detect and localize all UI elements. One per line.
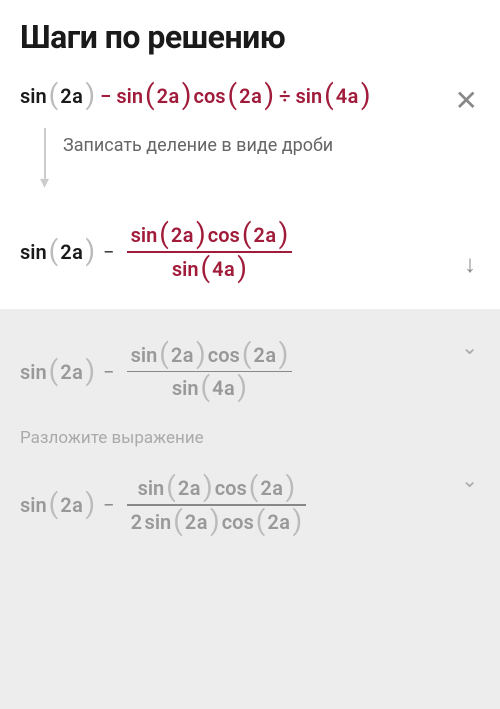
fn-sin-hl: sin [295,84,322,108]
paren: ( [49,237,59,265]
transform-arrow-block: ▾ Записать деление в виде дроби [0,110,500,211]
paren: ) [293,507,303,535]
paren: ( [49,81,59,109]
explain-text: Записать деление в виде дроби [63,130,333,157]
paren: ) [203,473,213,501]
paren: ) [237,373,247,401]
fn-sin: sin [20,84,47,108]
paren: ( [145,81,155,109]
fn-sin: sin [20,360,47,384]
expression-dim: sin ( 2a ) − sin ( 2a ) cos ( 2a ) sin [20,339,480,405]
arg: 4a [212,257,235,281]
fn-sin-hl: sin [172,257,199,281]
paren: ) [361,81,371,109]
chevron-down-icon[interactable]: ⌄ [461,335,478,359]
paren: ) [85,490,95,518]
paren: ( [228,81,238,109]
fraction: sin ( 2a ) cos ( 2a ) sin ( 4a ) [127,339,293,405]
paren: ( [173,507,183,535]
arrow-down-icon: ▾ [40,128,49,189]
expression-fraction: sin ( 2a ) − sin ( 2a ) cos ( 2a ) sin (… [20,219,296,285]
paren: ( [49,490,59,518]
arg: 2a [157,84,180,108]
fn-sin: sin [138,476,165,500]
paren: ) [182,81,192,109]
paren: ( [159,220,169,248]
paren: ( [201,254,211,282]
fraction: sin ( 2a ) cos ( 2a ) sin ( 4a ) [127,219,293,285]
paren: ) [279,220,289,248]
arg: 2a [60,360,83,384]
paren: ( [242,340,252,368]
chevron-down-icon[interactable]: ⌄ [461,468,478,492]
paren: ) [286,473,296,501]
expression-original: sin ( 2a ) − sin ( 2a ) cos ( 2a ) ÷ sin… [20,82,480,110]
step-3[interactable]: ⌄ sin ( 2a ) − sin ( 2a ) cos ( 2a ) [0,325,500,419]
op-minus: − [103,493,114,517]
arg: 2a [267,510,290,534]
paren: ( [201,373,211,401]
arg: 2a [253,343,276,367]
paren: ) [237,254,247,282]
fn-cos-hl: cos [208,223,240,247]
fn-cos: cos [215,476,247,500]
fn-sin: sin [131,343,158,367]
expression-dim: sin ( 2a ) − sin ( 2a ) cos ( 2a ) 2 [20,472,480,538]
paren: ) [264,81,274,109]
arg: 2a [171,223,194,247]
arrow-down-icon[interactable]: ↓ [464,250,476,279]
step-4[interactable]: ⌄ sin ( 2a ) − sin ( 2a ) cos ( 2a ) [0,458,500,552]
paren: ) [85,237,95,265]
arg: 2a [239,84,262,108]
paren: ) [85,357,95,385]
fn-sin: sin [20,493,47,517]
paren: ) [210,507,220,535]
explain-text-dim: Разложите выражение [0,418,500,458]
arg: 2a [185,510,208,534]
fn-sin-hl: sin [131,223,158,247]
arg: 2a [60,240,83,264]
paren: ( [249,473,259,501]
fn-cos-hl: cos [194,84,226,108]
paren: ( [242,220,252,248]
arg: 4a [336,84,359,108]
paren: ( [159,340,169,368]
paren: ( [166,473,176,501]
fn-cos: cos [222,510,254,534]
fn-sin-hl: sin [116,84,143,108]
step-1: sin ( 2a ) − sin ( 2a ) cos ( 2a ) ÷ sin… [0,66,500,110]
fn-cos: cos [208,343,240,367]
arg: 4a [212,376,235,400]
dimmed-steps: ⌄ sin ( 2a ) − sin ( 2a ) cos ( 2a ) [0,309,500,709]
close-icon[interactable]: ✕ [455,84,478,117]
paren: ) [85,81,95,109]
op-divide: ÷ [279,84,290,108]
op-minus: − [100,84,111,108]
paren: ) [196,220,206,248]
op-minus: − [103,360,114,384]
op-minus: − [103,240,114,264]
paren: ( [256,507,266,535]
fn-sin: sin [20,240,47,264]
arg: 2a [60,84,83,108]
arg: 2a [178,476,201,500]
arg: 2a [171,343,194,367]
coef: 2 [131,510,143,534]
page-title: Шаги по решению [20,18,480,56]
arg: 2a [260,476,283,500]
arg: 2a [253,223,276,247]
step-2: sin ( 2a ) − sin ( 2a ) cos ( 2a ) sin (… [0,211,500,309]
paren: ) [279,340,289,368]
paren: ( [324,81,334,109]
fn-sin: sin [172,376,199,400]
paren: ) [196,340,206,368]
paren: ( [49,357,59,385]
fraction: sin ( 2a ) cos ( 2a ) 2 sin ( 2a ) cos [127,472,307,538]
arg: 2a [60,493,83,517]
fn-sin: sin [145,510,172,534]
